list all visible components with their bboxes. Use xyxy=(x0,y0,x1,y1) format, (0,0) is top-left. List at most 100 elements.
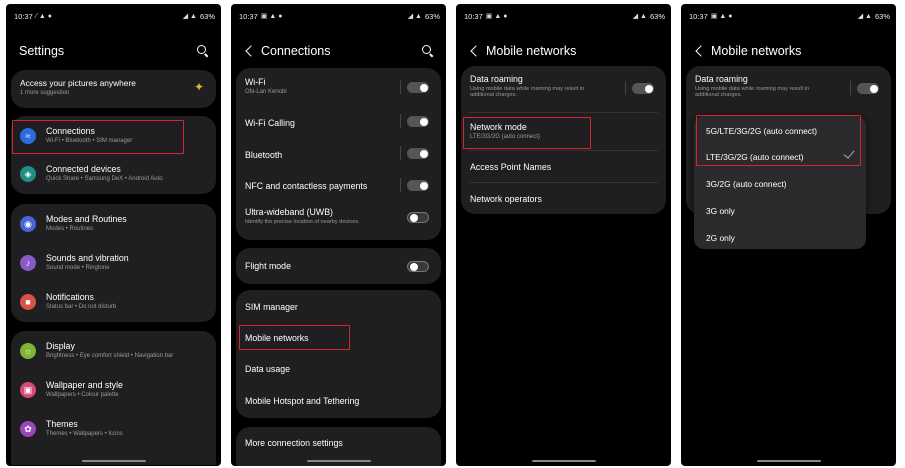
item-sub: LTE/3G/2G (auto connect) xyxy=(470,134,540,140)
sim-manager-item[interactable]: SIM manager xyxy=(245,302,298,312)
check-icon xyxy=(843,147,855,159)
apn-item[interactable]: Access Point Names xyxy=(470,162,551,172)
data-roaming-item[interactable]: Data roaming Using mobile data while roa… xyxy=(695,74,809,98)
back-icon[interactable] xyxy=(693,44,707,58)
settings-item-sounds[interactable]: ♪ Sounds and vibration Sound mode • Ringt… xyxy=(11,245,216,283)
data-roaming-item[interactable]: Data roaming Using mobile data while roa… xyxy=(470,74,584,98)
item-label: Sounds and vibration xyxy=(46,253,129,263)
divider-vertical xyxy=(400,114,401,128)
themes-icon: ✿ xyxy=(20,421,36,437)
hotspot-item[interactable]: Mobile Hotspot and Tethering xyxy=(245,396,359,406)
option-5g-lte-3g-2g[interactable]: 5G/LTE/3G/2G (auto connect) xyxy=(706,126,817,136)
item-sub: Themes • Wallpapers • Icons xyxy=(46,431,123,437)
settings-item-modes[interactable]: ◉ Modes and Routines Modes • Routines xyxy=(11,206,216,244)
connections-group-1: Wi-Fi Obi-Lan Kenobi Wi-Fi Calling Bluet… xyxy=(236,68,441,240)
option-lte-3g-2g[interactable]: LTE/3G/2G (auto connect) xyxy=(706,152,804,162)
divider-vertical xyxy=(850,81,851,95)
network-operators-item[interactable]: Network operators xyxy=(470,194,542,204)
item-sub: Quick Share • Samsung DeX • Android Auto xyxy=(46,176,163,182)
settings-group-2: ◉ Modes and Routines Modes • Routines ♪ S… xyxy=(11,204,216,322)
bluetooth-item[interactable]: Bluetooth xyxy=(245,150,282,160)
item-label: Ultra-wideband (UWB) xyxy=(245,207,333,217)
data-roaming-toggle[interactable] xyxy=(632,83,654,94)
page-title: Mobile networks xyxy=(486,44,577,58)
network-mode-item[interactable]: Network mode LTE/3G/2G (auto connect) xyxy=(470,122,540,140)
uwb-item[interactable]: Ultra-wideband (UWB) Identify the precis… xyxy=(245,207,360,225)
status-icons: ▣ ▲ ● xyxy=(485,13,508,20)
item-sub: Wi-Fi • Bluetooth • SIM manager xyxy=(46,138,133,144)
suggestion-card[interactable]: Access your pictures anywhere 1 more sug… xyxy=(11,70,216,108)
divider xyxy=(469,112,658,113)
divider xyxy=(469,182,658,183)
status-bar: 10:37 ▣ ▲ ● ◢ ▲ 63% xyxy=(689,10,890,22)
search-icon[interactable] xyxy=(197,45,209,57)
settings-group-1: ≈ Connections Wi-Fi • Bluetooth • SIM man… xyxy=(11,116,216,194)
option-3g-2g[interactable]: 3G/2G (auto connect) xyxy=(706,179,787,189)
option-3g-only[interactable]: 3G only xyxy=(706,206,735,216)
wifi-toggle[interactable] xyxy=(407,82,429,93)
settings-item-themes[interactable]: ✿ Themes Themes • Wallpapers • Icons xyxy=(11,411,216,449)
data-roaming-toggle[interactable] xyxy=(857,83,879,94)
status-icons: ▣ ▲ ● xyxy=(710,13,733,20)
notification-icon: ■ xyxy=(20,294,36,310)
wifi-icon: ≈ xyxy=(20,128,36,144)
more-settings-item[interactable]: More connection settings xyxy=(245,438,343,448)
item-sub: Obi-Lan Kenobi xyxy=(245,89,287,95)
nfc-toggle[interactable] xyxy=(407,180,429,191)
nav-handle[interactable] xyxy=(81,459,146,462)
divider-vertical xyxy=(400,178,401,192)
routine-icon: ◉ xyxy=(20,216,36,232)
item-label: Notifications xyxy=(46,292,94,302)
signal-icon: ◢ ▲ xyxy=(407,13,422,20)
nav-handle[interactable] xyxy=(531,459,596,462)
divider-vertical xyxy=(400,80,401,94)
item-label: Data roaming xyxy=(470,74,523,84)
nav-handle[interactable] xyxy=(756,459,821,462)
mobile-networks-screen: 10:37 ▣ ▲ ● ◢ ▲ 63% Mobile networks Data r… xyxy=(456,4,671,466)
settings-item-wallpaper[interactable]: ▣ Wallpaper and style Wallpapers • Colour… xyxy=(11,372,216,410)
settings-item-notifications[interactable]: ■ Notifications Status bar • Do not distu… xyxy=(11,284,216,322)
back-icon[interactable] xyxy=(468,44,482,58)
item-label: Connections xyxy=(46,126,95,136)
bluetooth-toggle[interactable] xyxy=(407,148,429,159)
network-mode-screen: 10:37 ▣ ▲ ● ◢ ▲ 63% Mobile networks Data r… xyxy=(681,4,896,466)
item-label: Network mode xyxy=(470,122,527,132)
item-label: Modes and Routines xyxy=(46,214,127,224)
wifi-item[interactable]: Wi-Fi Obi-Lan Kenobi xyxy=(245,77,287,95)
item-label: Themes xyxy=(46,419,78,429)
status-time: 10:37 xyxy=(239,11,258,21)
flight-mode-toggle[interactable] xyxy=(407,261,429,272)
settings-item-connections[interactable]: ≈ Connections Wi-Fi • Bluetooth • SIM man… xyxy=(11,118,216,156)
wifi-calling-toggle[interactable] xyxy=(407,116,429,127)
wifi-calling-item[interactable]: Wi-Fi Calling xyxy=(245,118,295,128)
search-icon[interactable] xyxy=(422,45,434,57)
nfc-item[interactable]: NFC and contactless payments xyxy=(245,181,367,191)
settings-item-display[interactable]: ☼ Display Brightness • Eye comfort shield… xyxy=(11,333,216,371)
status-bar: 10:37 ▣ ▲ ● ◢ ▲ 63% xyxy=(464,10,665,22)
devices-icon: ◈ xyxy=(20,166,36,182)
data-usage-item[interactable]: Data usage xyxy=(245,364,290,374)
item-sub: Sound mode • Ringtone xyxy=(46,265,110,271)
flight-mode-item[interactable]: Flight mode xyxy=(245,261,291,271)
sound-icon: ♪ xyxy=(20,255,36,271)
signal-icon: ◢ ▲ xyxy=(857,13,872,20)
network-mode-popup: 5G/LTE/3G/2G (auto connect) LTE/3G/2G (a… xyxy=(694,116,866,249)
nav-handle[interactable] xyxy=(306,459,371,462)
status-time: 10:37 xyxy=(14,11,33,21)
page-title: Mobile networks xyxy=(711,44,802,58)
back-icon[interactable] xyxy=(243,44,257,58)
item-label: Display xyxy=(46,341,75,351)
mobile-networks-item[interactable]: Mobile networks xyxy=(245,333,309,343)
option-2g-only[interactable]: 2G only xyxy=(706,233,735,243)
divider xyxy=(469,150,658,151)
divider-vertical xyxy=(625,81,626,95)
item-sub: Identify the precise location of nearby … xyxy=(245,219,360,225)
page-title: Connections xyxy=(261,44,331,58)
uwb-toggle[interactable] xyxy=(407,212,429,223)
item-sub: Wallpapers • Colour palette xyxy=(46,392,119,398)
item-sub: Brightness • Eye comfort shield • Naviga… xyxy=(46,353,174,359)
status-time: 10:37 xyxy=(464,11,483,21)
display-icon: ☼ xyxy=(20,343,36,359)
settings-item-connected-devices[interactable]: ◈ Connected devices Quick Share • Samsung… xyxy=(11,156,216,194)
item-sub: Status bar • Do not disturb xyxy=(46,304,117,310)
